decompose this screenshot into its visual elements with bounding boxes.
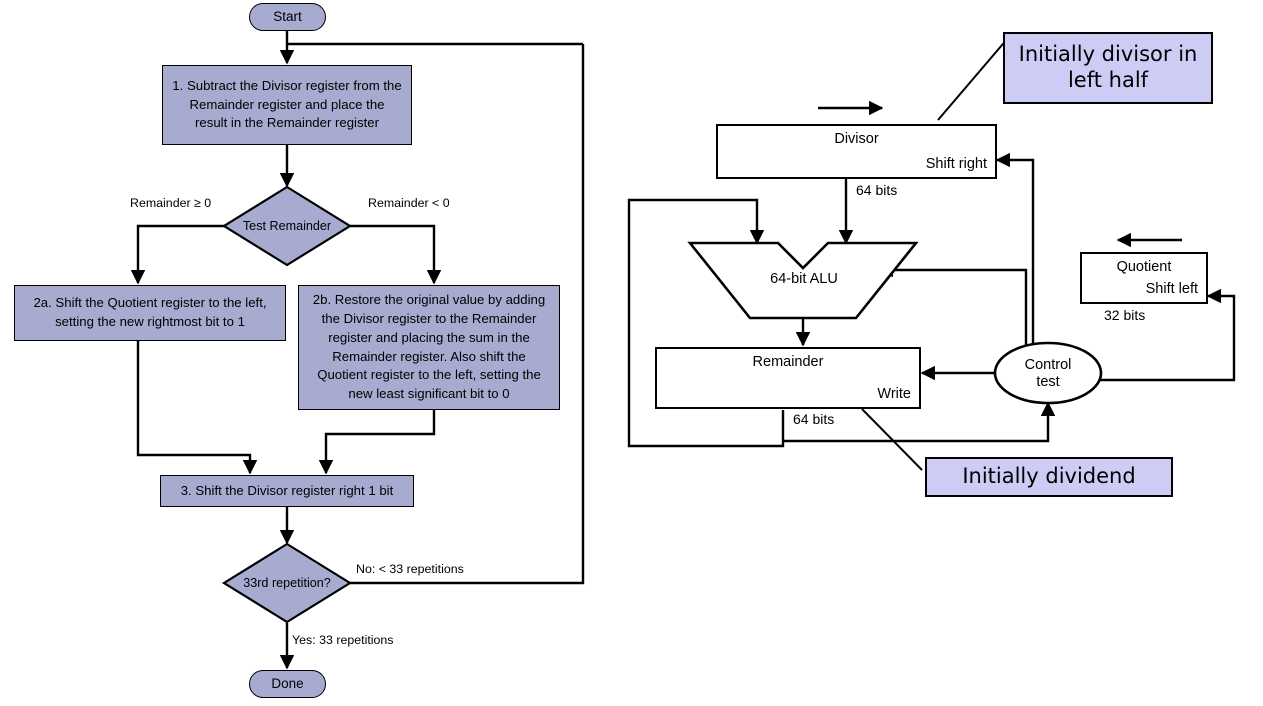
register-remainder: Remainder Write <box>655 347 921 409</box>
step1-line-3: result in the Remainder register <box>195 115 379 131</box>
done-label: Done <box>271 675 304 691</box>
step2b-line-5: Quotient register to the left, setting t… <box>317 367 541 383</box>
wire-2a-to-step3 <box>136 341 258 475</box>
branch-label-yes: Yes: 33 repetitions <box>292 633 394 647</box>
divisor-shift-right-label: Shift right <box>925 156 987 172</box>
register-quotient: Quotient Shift left <box>1080 252 1208 304</box>
flowchart-done-terminal: Done <box>249 670 326 698</box>
leader-initially-divisor <box>937 37 1009 121</box>
register-divisor: Divisor Shift right <box>716 124 997 179</box>
step2b-line-6: new least significant bit to 0 <box>348 385 510 401</box>
step2a-line-2: setting the new rightmost bit to 1 <box>55 314 245 329</box>
branch-right-text: Remainder < 0 <box>368 196 450 210</box>
step2b-line-4: Remainder register. Also shift the <box>332 348 526 364</box>
branch-label-no: No: < 33 repetitions <box>356 562 464 576</box>
alu-label: 64-bit ALU <box>770 271 838 287</box>
wire-test-left <box>130 224 224 285</box>
callout-initially-dividend: Initially dividend <box>925 457 1173 497</box>
flowchart-step-2b: 2b. Restore the original value by adding… <box>298 285 560 410</box>
remainder-write-label: Write <box>877 386 911 402</box>
step2b-line-1: 2b. Restore the original value by adding <box>312 292 546 308</box>
remainder-bits-label: 64 bits <box>793 411 835 427</box>
decision-test-remainder-label: Test Remainder <box>224 187 350 265</box>
step2a-line-1: 2a. Shift the Quotient register to the l… <box>33 295 267 311</box>
no-branch-text: No: < 33 repetitions <box>356 562 464 576</box>
branch-left-text: Remainder ≥ 0 <box>130 196 212 210</box>
divisor-bits-label: 64 bits <box>856 182 898 198</box>
step2b-line-2: the Divisor register to the Remainder <box>321 311 537 327</box>
control-test-line-2: test <box>1036 373 1060 390</box>
decision-test-remainder <box>221 185 353 267</box>
quotient-shift-left-label: Shift left <box>1145 281 1198 297</box>
quotient-title: Quotient <box>1116 259 1172 275</box>
control-test-label: Control test <box>1001 357 1095 391</box>
divisor-title: Divisor <box>834 131 879 147</box>
start-label: Start <box>273 8 302 24</box>
decision-33rd-repetition-label: 33rd repetition? <box>224 544 350 622</box>
step1-line-2: Remainder register and place the <box>189 96 385 112</box>
repetition-test-text: 33rd repetition? <box>243 576 331 590</box>
yes-branch-text: Yes: 33 repetitions <box>292 633 394 647</box>
step3-text: 3. Shift the Divisor register right 1 bi… <box>180 482 394 498</box>
callout-divisor-line-2: left half <box>1067 68 1149 92</box>
wire-2b-to-step3 <box>318 410 436 475</box>
callout-initially-divisor: Initially divisor in left half <box>1003 32 1213 104</box>
flowchart-step-3: 3. Shift the Divisor register right 1 bi… <box>160 475 414 507</box>
wire-control-to-divisor <box>995 152 1035 352</box>
quotient-bits-label: 32 bits <box>1104 307 1146 323</box>
flowchart-step-1: 1. Subtract the Divisor register from th… <box>162 65 412 145</box>
step2b-line-3: register and placing the sum in the <box>328 329 530 345</box>
callout-dividend-line-1: Initially dividend <box>962 464 1136 489</box>
branch-label-remainder-lt-zero: Remainder < 0 <box>368 196 450 210</box>
decision-33rd-repetition <box>221 542 353 624</box>
wire-test-right <box>350 224 442 285</box>
figure-canvas: Start 1. Subtract the Divisor register f… <box>0 0 1263 706</box>
flowchart-start-terminal: Start <box>249 3 326 31</box>
test-remainder-text: Test Remainder <box>242 219 332 233</box>
remainder-title: Remainder <box>752 354 824 370</box>
control-test-line-1: Control <box>1024 357 1072 373</box>
wire-remainder-feedback <box>627 198 785 448</box>
leader-initially-dividend <box>861 408 923 471</box>
branch-label-remainder-ge-zero: Remainder ≥ 0 <box>130 196 211 210</box>
callout-divisor-line-1: Initially divisor in <box>1018 42 1198 67</box>
flowchart-step-2a: 2a. Shift the Quotient register to the l… <box>14 285 286 341</box>
wire-control-to-alu <box>878 262 1028 355</box>
step1-line-1: 1. Subtract the Divisor register from th… <box>172 77 402 93</box>
